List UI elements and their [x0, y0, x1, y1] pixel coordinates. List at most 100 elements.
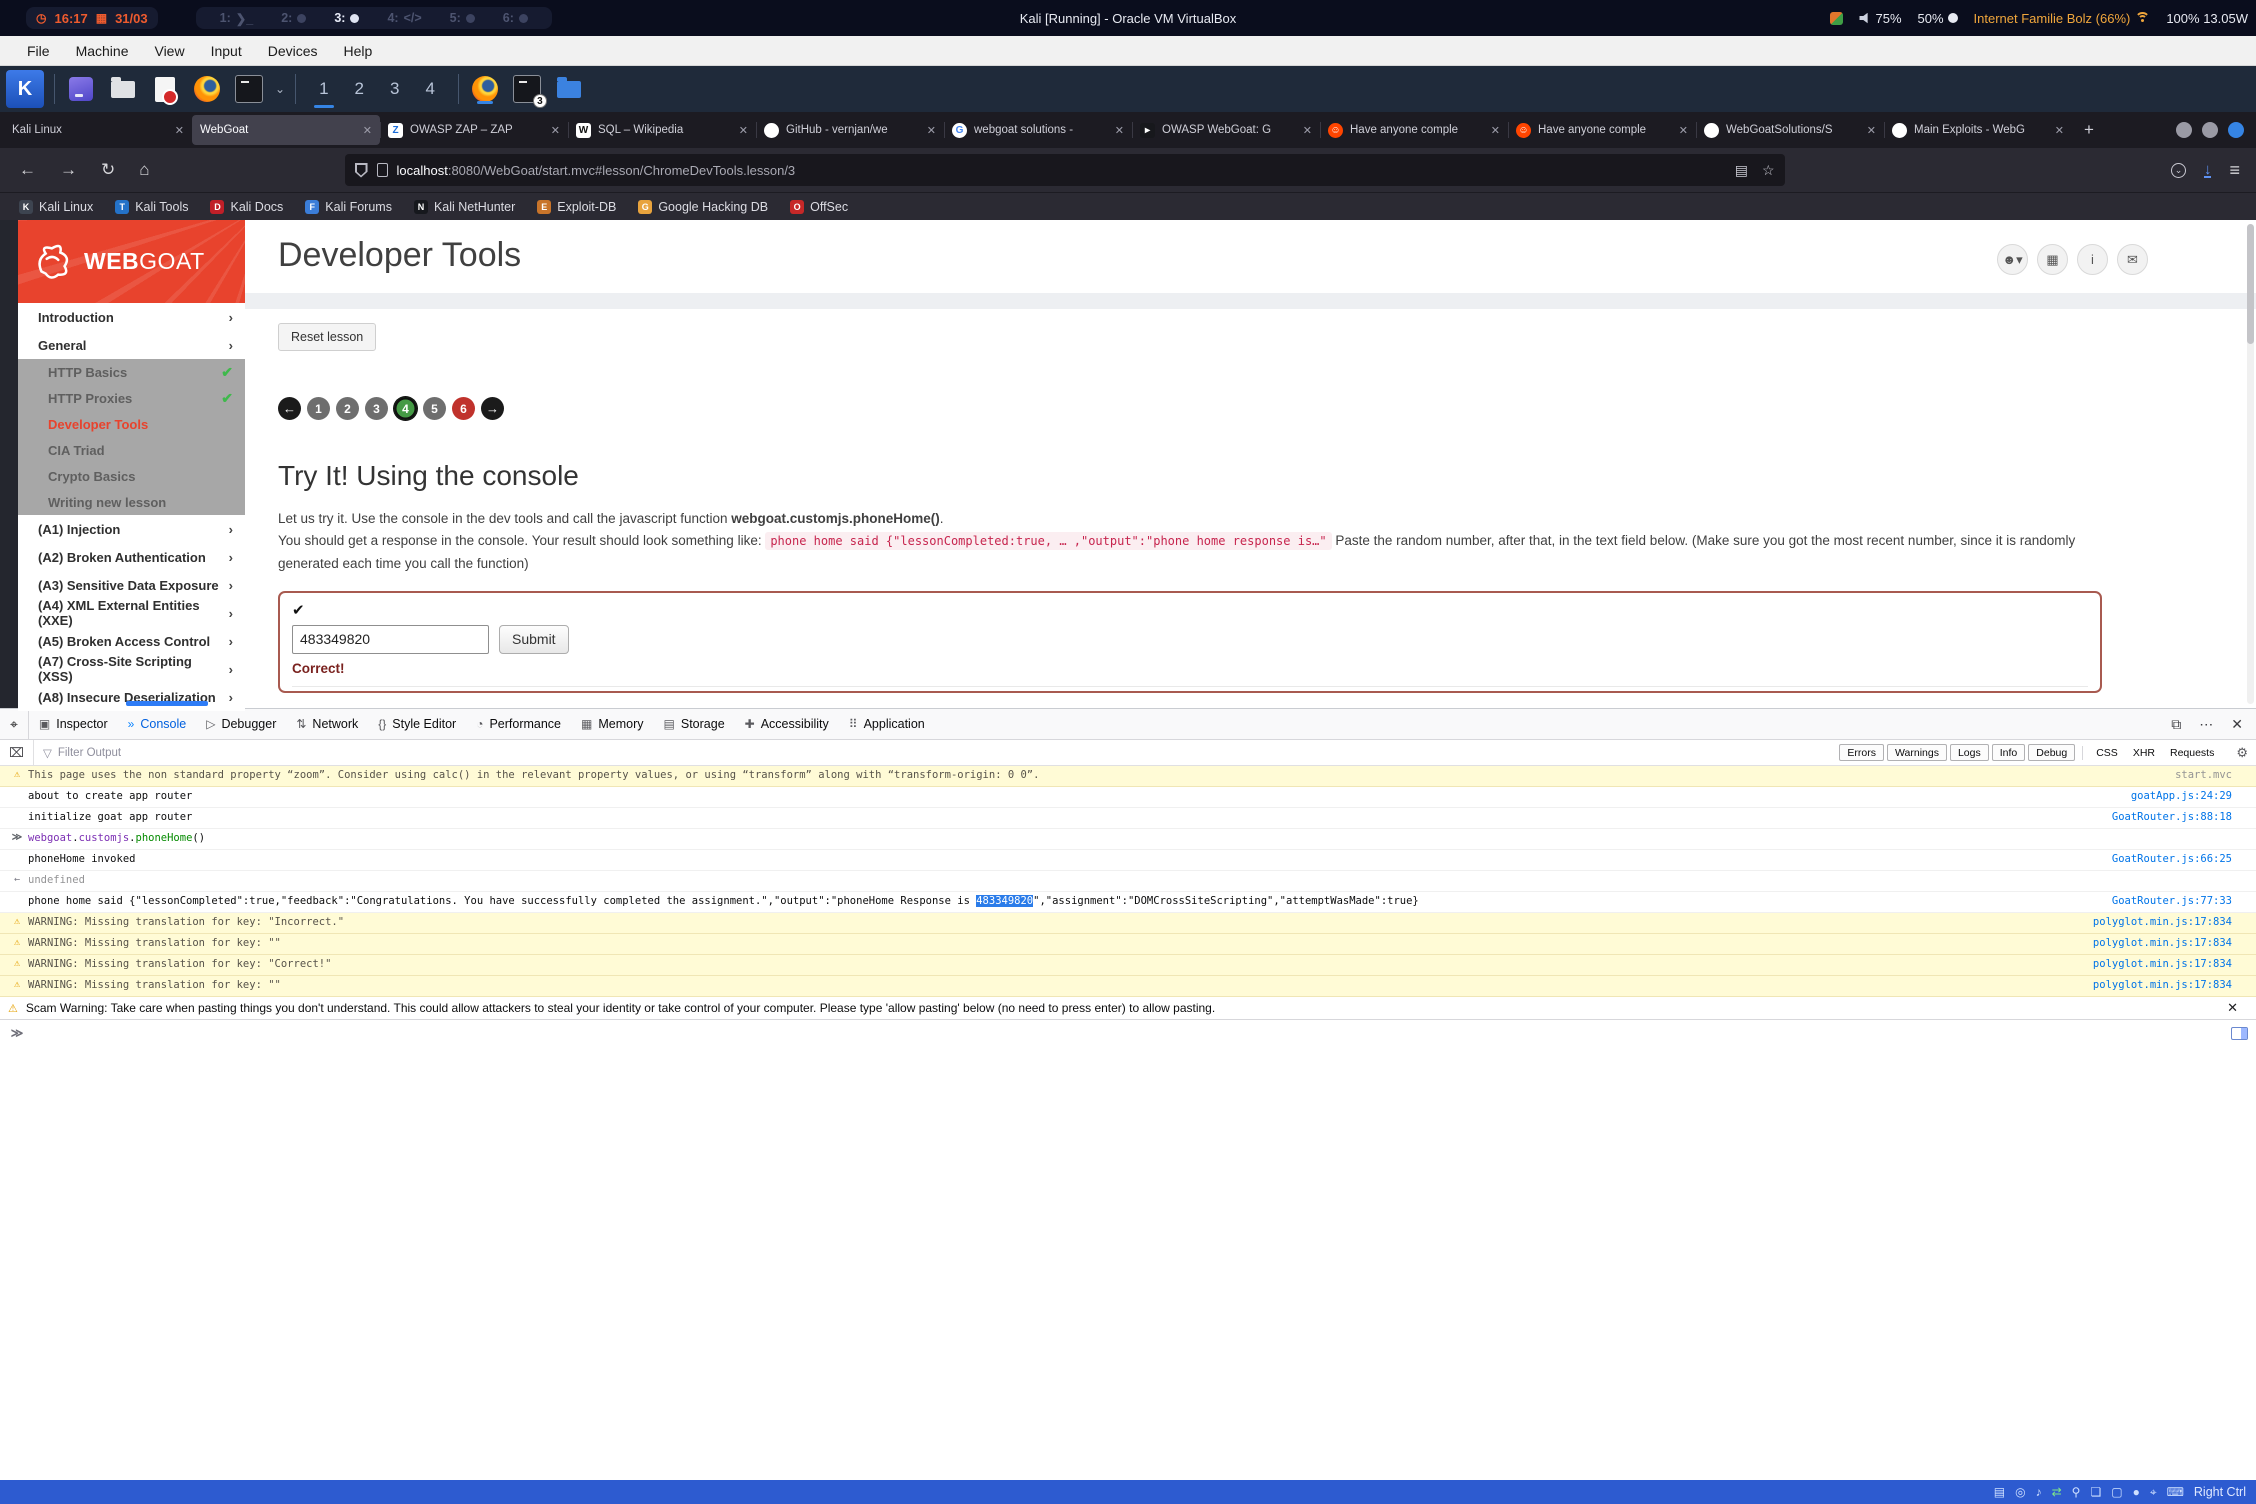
shared-folders-icon[interactable]: ❏ — [2090, 1485, 2101, 1500]
window-close-button[interactable] — [2228, 122, 2244, 138]
dismiss-warning-icon[interactable]: ✕ — [2227, 1000, 2248, 1016]
sidebar-item--a5-broken-access-control[interactable]: (A5) Broken Access Control› — [18, 627, 245, 655]
filter-chip-errors[interactable]: Errors — [1839, 744, 1884, 761]
back-button[interactable]: ← — [10, 160, 45, 180]
browser-tab[interactable]: ☺Have anyone comple✕ — [1320, 115, 1508, 145]
workspace-2[interactable]: 2: — [267, 11, 320, 25]
terminal-window-button[interactable]: 3 — [511, 73, 543, 105]
desktop-1-button[interactable]: 1 — [306, 69, 341, 109]
browser-tab[interactable]: Main Exploits - WebG✕ — [1884, 115, 2072, 145]
pocket-icon[interactable]: ⌄ — [2171, 163, 2186, 178]
source-link[interactable]: start.mvc — [2175, 769, 2248, 781]
pager-page-4[interactable]: 4 — [394, 397, 417, 420]
menu-file[interactable]: File — [14, 43, 63, 59]
pager-prev-button[interactable]: ← — [278, 397, 301, 420]
source-link[interactable]: GoatRouter.js:77:33 — [2112, 895, 2248, 907]
bookmark-item[interactable]: NKali NetHunter — [405, 200, 524, 214]
page-scrollbar-thumb[interactable] — [2247, 224, 2254, 344]
bookmark-item[interactable]: TKali Tools — [106, 200, 197, 214]
menu-devices[interactable]: Devices — [255, 43, 331, 59]
window-minimize-button[interactable] — [2176, 122, 2192, 138]
bookmark-item[interactable]: DKali Docs — [201, 200, 292, 214]
sidebar-item--a3-sensitive-data-exposure[interactable]: (A3) Sensitive Data Exposure› — [18, 571, 245, 599]
sidebar-item-writing-new-lesson[interactable]: Writing new lesson — [18, 489, 245, 515]
filter-chip-debug[interactable]: Debug — [2028, 744, 2075, 761]
keyboard-icon[interactable]: ⌨ — [2167, 1485, 2184, 1500]
browser-tab[interactable]: GitHub - vernjan/we✕ — [756, 115, 944, 145]
sidebar-item-general[interactable]: General› — [18, 331, 245, 359]
workspace-3[interactable]: 3: — [320, 11, 373, 25]
pager-next-button[interactable]: → — [481, 397, 504, 420]
console-empty-area[interactable] — [0, 1046, 2256, 1480]
source-link[interactable]: polyglot.min.js:17:834 — [2093, 916, 2248, 928]
console-settings-icon[interactable]: ⚙ — [2228, 745, 2256, 761]
network-icon[interactable]: ⇄ — [2052, 1485, 2062, 1500]
tab-close-icon[interactable]: ✕ — [551, 124, 560, 137]
console-row-input[interactable]: ≫webgoat.customjs.phoneHome() — [0, 829, 2256, 850]
tab-close-icon[interactable]: ✕ — [927, 124, 936, 137]
network-indicator[interactable]: Internet Familie Bolz (66%) — [1974, 11, 2151, 26]
source-link[interactable]: polyglot.min.js:17:834 — [2093, 958, 2248, 970]
console-row-warn[interactable]: ⚠WARNING: Missing translation for key: "… — [0, 955, 2256, 976]
page-scrollbar[interactable] — [2247, 224, 2254, 704]
text-editor-button[interactable] — [149, 73, 181, 105]
workspace-switcher[interactable]: 1:❯_2:3:4:</>5:6: — [196, 7, 552, 29]
display-icon[interactable]: ▢ — [2111, 1485, 2122, 1500]
bookmark-item[interactable]: OOffSec — [781, 200, 857, 214]
hdd-icon[interactable]: ▤ — [1994, 1485, 2005, 1500]
sidebar-item--a8-insecure-deserialization[interactable]: (A8) Insecure Deserialization› — [18, 683, 245, 711]
devtools-tab-console[interactable]: »Console — [118, 709, 197, 739]
brightness-indicator[interactable]: 50% — [1918, 11, 1958, 26]
sidebar-item--a1-injection[interactable]: (A1) Injection› — [18, 515, 245, 543]
console-sidebar-toggle-icon[interactable] — [2231, 1027, 2248, 1040]
browser-tab[interactable]: WSQL – Wikipedia✕ — [568, 115, 756, 145]
workspace-4[interactable]: 4:</> — [373, 11, 435, 25]
devtools-tab-inspector[interactable]: ▣Inspector — [29, 709, 118, 739]
sidebar-item--a4-xml-external-entities-xxe-[interactable]: (A4) XML External Entities (XXE)› — [18, 599, 245, 627]
filter-toggle-css[interactable]: CSS — [2090, 745, 2124, 760]
source-link[interactable]: goatApp.js:24:29 — [2131, 790, 2248, 802]
bookmark-item[interactable]: KKali Linux — [10, 200, 102, 214]
tab-close-icon[interactable]: ✕ — [1303, 124, 1312, 137]
browser-tab[interactable]: WebGoatSolutions/S✕ — [1696, 115, 1884, 145]
sidebar-item-http-basics[interactable]: HTTP Basics✔ — [18, 359, 245, 385]
tab-close-icon[interactable]: ✕ — [2055, 124, 2064, 137]
tab-close-icon[interactable]: ✕ — [363, 124, 372, 137]
menu-view[interactable]: View — [141, 43, 197, 59]
desktop-3-button[interactable]: 3 — [377, 69, 412, 109]
pager-page-2[interactable]: 2 — [336, 397, 359, 420]
tab-close-icon[interactable]: ✕ — [1491, 124, 1500, 137]
filter-toggle-requests[interactable]: Requests — [2164, 745, 2220, 760]
filter-chip-warnings[interactable]: Warnings — [1887, 744, 1947, 761]
pager-page-5[interactable]: 5 — [423, 397, 446, 420]
forward-button[interactable]: → — [51, 160, 86, 180]
console-row-result[interactable]: ←undefined — [0, 871, 2256, 892]
devtools-tab-style-editor[interactable]: {}Style Editor — [368, 709, 466, 739]
menu-help[interactable]: Help — [331, 43, 386, 59]
devtools-tab-performance[interactable]: ◔Performance — [466, 709, 571, 739]
sidebar-item--a2-broken-authentication[interactable]: (A2) Broken Authentication› — [18, 543, 245, 571]
clock-widget[interactable]: ◷ 16:17 ▦ 31/03 — [26, 7, 158, 29]
terminal-launcher-button[interactable] — [233, 73, 265, 105]
devtools-tab-accessibility[interactable]: ✚Accessibility — [735, 709, 839, 739]
clear-console-icon[interactable]: ⌧ — [0, 740, 34, 765]
launcher-dropdown-icon[interactable]: ⌄ — [275, 82, 285, 96]
window-restore-button[interactable] — [2202, 122, 2218, 138]
console-row-log[interactable]: about to create app routergoatApp.js:24:… — [0, 787, 2256, 808]
file-manager-button[interactable] — [107, 73, 139, 105]
browser-tab[interactable]: ▸OWASP WebGoat: G✕ — [1132, 115, 1320, 145]
sidebar-item-http-proxies[interactable]: HTTP Proxies✔ — [18, 385, 245, 411]
submit-button[interactable]: Submit — [499, 625, 569, 654]
devtools-tab-memory[interactable]: ▦Memory — [571, 709, 654, 739]
desktop-4-button[interactable]: 4 — [412, 69, 447, 109]
reload-button[interactable]: ↻ — [92, 160, 124, 180]
reset-lesson-button[interactable]: Reset lesson — [278, 323, 376, 351]
tab-close-icon[interactable]: ✕ — [739, 124, 748, 137]
power-indicator[interactable]: 100% 13.05W — [2166, 11, 2248, 26]
browser-tab[interactable]: ☺Have anyone comple✕ — [1508, 115, 1696, 145]
bookmark-item[interactable]: EExploit-DB — [528, 200, 625, 214]
console-row-log[interactable]: initialize goat app routerGoatRouter.js:… — [0, 808, 2256, 829]
volume-indicator[interactable]: 75% — [1859, 11, 1901, 26]
source-link[interactable]: GoatRouter.js:88:18 — [2112, 811, 2248, 823]
tab-close-icon[interactable]: ✕ — [1867, 124, 1876, 137]
